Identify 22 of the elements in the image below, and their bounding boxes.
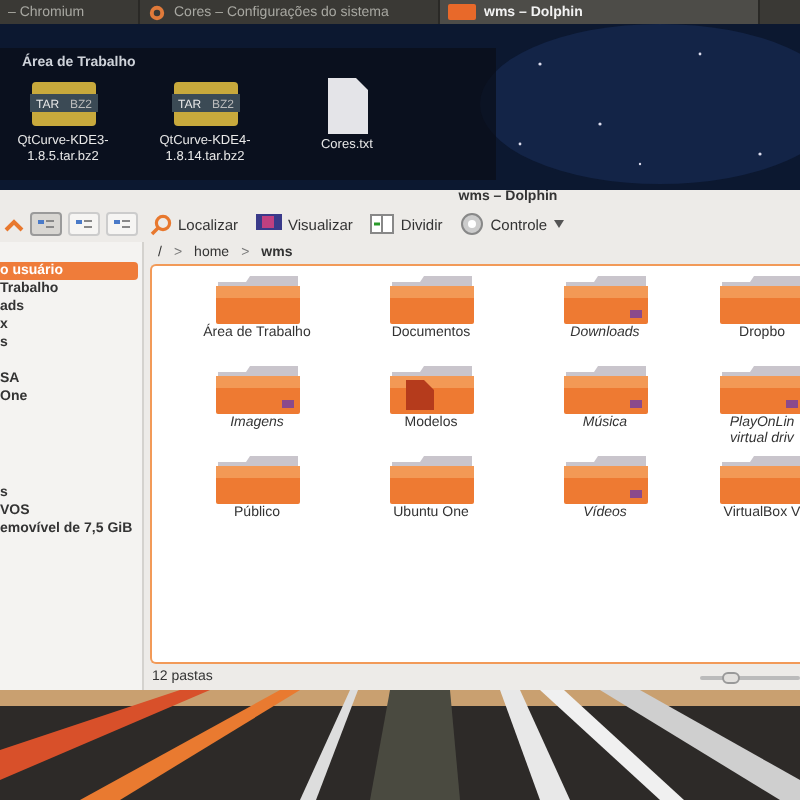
folder-icon [389, 366, 473, 414]
folder-icon [563, 456, 647, 504]
folder-icon [389, 276, 473, 324]
view-mode-button[interactable] [30, 212, 62, 236]
view-layout-icon [36, 218, 56, 230]
folder-icon [448, 4, 476, 20]
folder-icon [215, 366, 299, 414]
folder-icon [215, 456, 299, 504]
folder-icon [215, 276, 299, 324]
caret-icon [553, 220, 564, 228]
search-icon [150, 213, 172, 235]
folder-icon [563, 366, 647, 414]
view-mode-button[interactable] [106, 212, 138, 236]
preview-icon [256, 214, 283, 234]
view-layout-icon [74, 218, 94, 230]
view-mode-button[interactable] [68, 212, 100, 236]
slider-thumb[interactable] [722, 671, 740, 683]
text-file-icon [325, 78, 369, 134]
folder-icon [389, 456, 473, 504]
folder-icon [563, 276, 647, 324]
split-icon [370, 214, 395, 234]
view-layout-icon [112, 218, 132, 230]
